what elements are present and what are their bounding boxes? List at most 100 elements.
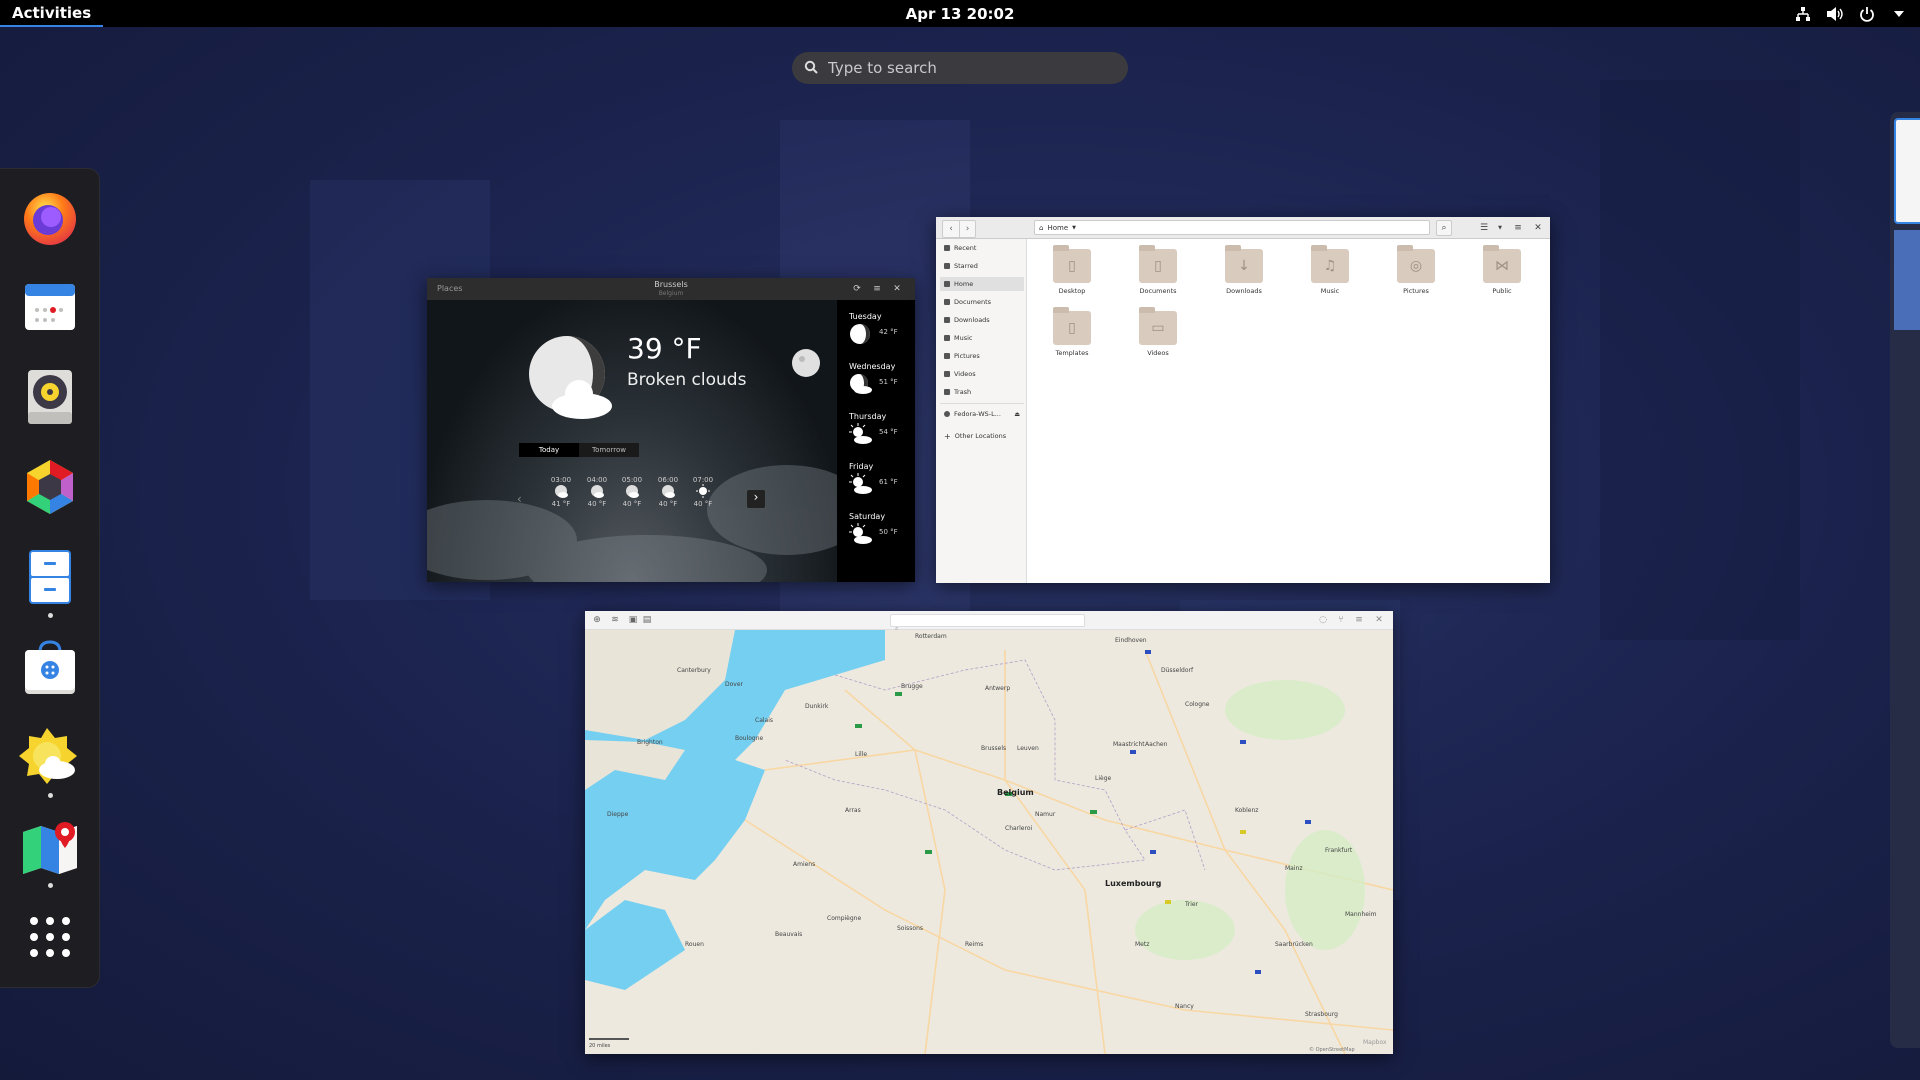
running-indicator (48, 613, 53, 618)
sidebar-item-music[interactable]: Music (940, 331, 1024, 345)
map-label: Rotterdam (915, 633, 947, 640)
home-icon: ⌂ (1039, 223, 1044, 232)
maps-icon[interactable] (18, 815, 82, 879)
sidebar-item-recent[interactable]: Recent (940, 241, 1024, 255)
path-home[interactable]: Home (1047, 224, 1068, 232)
sidebar-item-home[interactable]: Home (940, 277, 1024, 291)
map-label: Dover (725, 681, 743, 688)
hour-item: 07:00 40 °F (692, 476, 714, 508)
mapbox-logo: Mapbox (1363, 1039, 1387, 1046)
map-label: Leuven (1017, 745, 1039, 752)
map-label: Dunkirk (805, 703, 829, 710)
folder-downloads[interactable]: ↓ Downloads (1214, 245, 1274, 295)
chevron-down-icon[interactable]: ▼ (1492, 220, 1508, 236)
view-options-icon[interactable]: ☰ (1476, 220, 1492, 236)
close-icon[interactable]: ✕ (889, 281, 905, 297)
map-label: Soissons (897, 925, 923, 932)
tab-tomorrow[interactable]: Tomorrow (579, 443, 639, 457)
folder-documents[interactable]: ▯ Documents (1128, 245, 1188, 295)
map-label: Nancy (1175, 1003, 1194, 1010)
day-item: Friday 61 °F (849, 462, 898, 497)
files-icon[interactable] (18, 545, 82, 609)
folder-pictures[interactable]: ◎ Pictures (1386, 245, 1446, 295)
print-icon[interactable]: ▤ (639, 612, 655, 628)
files-window[interactable]: ‹ › ⌂ Home ▼ ⌕ ☰ ▼ ≡ ✕ Recent Starred Ho… (936, 217, 1550, 583)
dash (0, 168, 100, 988)
map-label: Antwerp (985, 685, 1011, 692)
activities-button[interactable]: Activities (0, 0, 104, 27)
search-icon[interactable]: ⌕ (1436, 220, 1452, 236)
weather-country-subtitle: Belgium (658, 290, 684, 297)
close-icon[interactable]: ✕ (1371, 612, 1387, 628)
workspace-thumbnail-next[interactable] (1890, 112, 1920, 1048)
weather-icon[interactable] (18, 725, 82, 789)
current-temperature: 39 °F (627, 332, 702, 365)
forward-icon[interactable]: › (959, 221, 975, 237)
home-icon (944, 281, 950, 287)
system-menu[interactable] (1794, 0, 1908, 27)
sidebar-item-other-locations[interactable]: + Other Locations (940, 429, 1024, 443)
zoom-icon[interactable]: ◌ (1315, 612, 1331, 628)
sidebar-item-starred[interactable]: Starred (940, 259, 1024, 273)
sidebar-item-downloads[interactable]: Downloads (940, 313, 1024, 327)
folder-icon: ⋈ (1483, 245, 1521, 283)
maps-window[interactable]: ⊕ ≋ ▣ ▤ ⌕ ◌ ⑂ ≡ ✕ Belgium Luxembourg Bru… (585, 611, 1393, 1054)
map-label: Dieppe (607, 811, 629, 818)
map-label: Reims (965, 941, 984, 948)
map-view[interactable] (585, 630, 1393, 1054)
chevron-down-icon[interactable] (1890, 5, 1908, 23)
map-label: Belgium (997, 788, 1034, 797)
weather-window[interactable]: Places Brussels Belgium ⟳ ≡ ✕ 39 °F Brok… (427, 278, 915, 582)
day-item: Saturday 50 °F (849, 512, 898, 547)
menu-icon[interactable]: ≡ (1510, 220, 1526, 236)
folder-videos[interactable]: ▭ Videos (1128, 307, 1188, 357)
route-icon[interactable]: ⑂ (1333, 612, 1349, 628)
clock[interactable]: Apr 13 20:02 (906, 5, 1015, 23)
software-icon[interactable] (18, 635, 82, 699)
folder-public[interactable]: ⋈ Public (1472, 245, 1532, 295)
path-bar[interactable]: ⌂ Home ▼ (1034, 220, 1430, 235)
tab-today[interactable]: Today (519, 443, 579, 457)
top-bar: Activities Apr 13 20:02 (0, 0, 1920, 27)
map-label: Mannheim (1345, 911, 1377, 918)
power-icon[interactable] (1858, 5, 1876, 23)
refresh-icon[interactable]: ⟳ (849, 281, 865, 297)
folder-templates[interactable]: ▯ Templates (1042, 307, 1102, 357)
maps-headerbar: ⊕ ≋ ▣ ▤ ⌕ ◌ ⑂ ≡ ✕ (585, 611, 1393, 632)
map-label: Calais (755, 717, 774, 724)
sidebar-item-documents[interactable]: Documents (940, 295, 1024, 309)
calendar-icon[interactable] (18, 275, 82, 339)
location-icon[interactable]: ⊕ (589, 612, 605, 628)
folder-music[interactable]: ♫ Music (1300, 245, 1360, 295)
chevron-down-icon[interactable]: ▼ (1072, 225, 1076, 231)
close-icon[interactable]: ✕ (1530, 220, 1546, 236)
layers-icon[interactable]: ≋ (607, 612, 623, 628)
sidebar-item-pictures[interactable]: Pictures (940, 349, 1024, 363)
back-icon[interactable]: ‹ (943, 221, 959, 237)
eject-icon[interactable]: ⏏ (1014, 411, 1020, 418)
search-input[interactable] (828, 59, 1098, 77)
search-bar[interactable] (792, 52, 1128, 84)
network-icon[interactable] (1794, 5, 1812, 23)
volume-icon[interactable] (1826, 5, 1844, 23)
files-sidebar: Recent Starred Home Documents Downloads … (936, 239, 1027, 583)
menu-icon[interactable]: ≡ (869, 281, 885, 297)
folder-icon: ◎ (1397, 245, 1435, 283)
sidebar-item-volume[interactable]: Fedora-WS-L... ⏏ (940, 407, 1024, 421)
scroll-right-icon[interactable]: › (747, 490, 765, 508)
rhythmbox-icon[interactable] (18, 365, 82, 429)
folder-desktop[interactable]: ▯ Desktop (1042, 245, 1102, 295)
map-label: Amiens (793, 861, 816, 868)
firefox-icon[interactable] (18, 185, 82, 249)
menu-icon[interactable]: ≡ (1351, 612, 1367, 628)
scroll-left-icon[interactable]: ‹ (517, 492, 531, 506)
search-input[interactable]: ⌕ (890, 614, 1085, 632)
sidebar-item-videos[interactable]: Videos (940, 367, 1024, 381)
sidebar-item-trash[interactable]: Trash (940, 385, 1024, 399)
map-label: Lille (855, 751, 868, 758)
folder-icon: ▯ (1139, 245, 1177, 283)
photos-icon[interactable] (18, 455, 82, 519)
files-headerbar: ‹ › ⌂ Home ▼ ⌕ ☰ ▼ ≡ ✕ (936, 217, 1550, 239)
app-grid-icon[interactable] (18, 905, 82, 969)
map-label: Koblenz (1235, 807, 1259, 814)
